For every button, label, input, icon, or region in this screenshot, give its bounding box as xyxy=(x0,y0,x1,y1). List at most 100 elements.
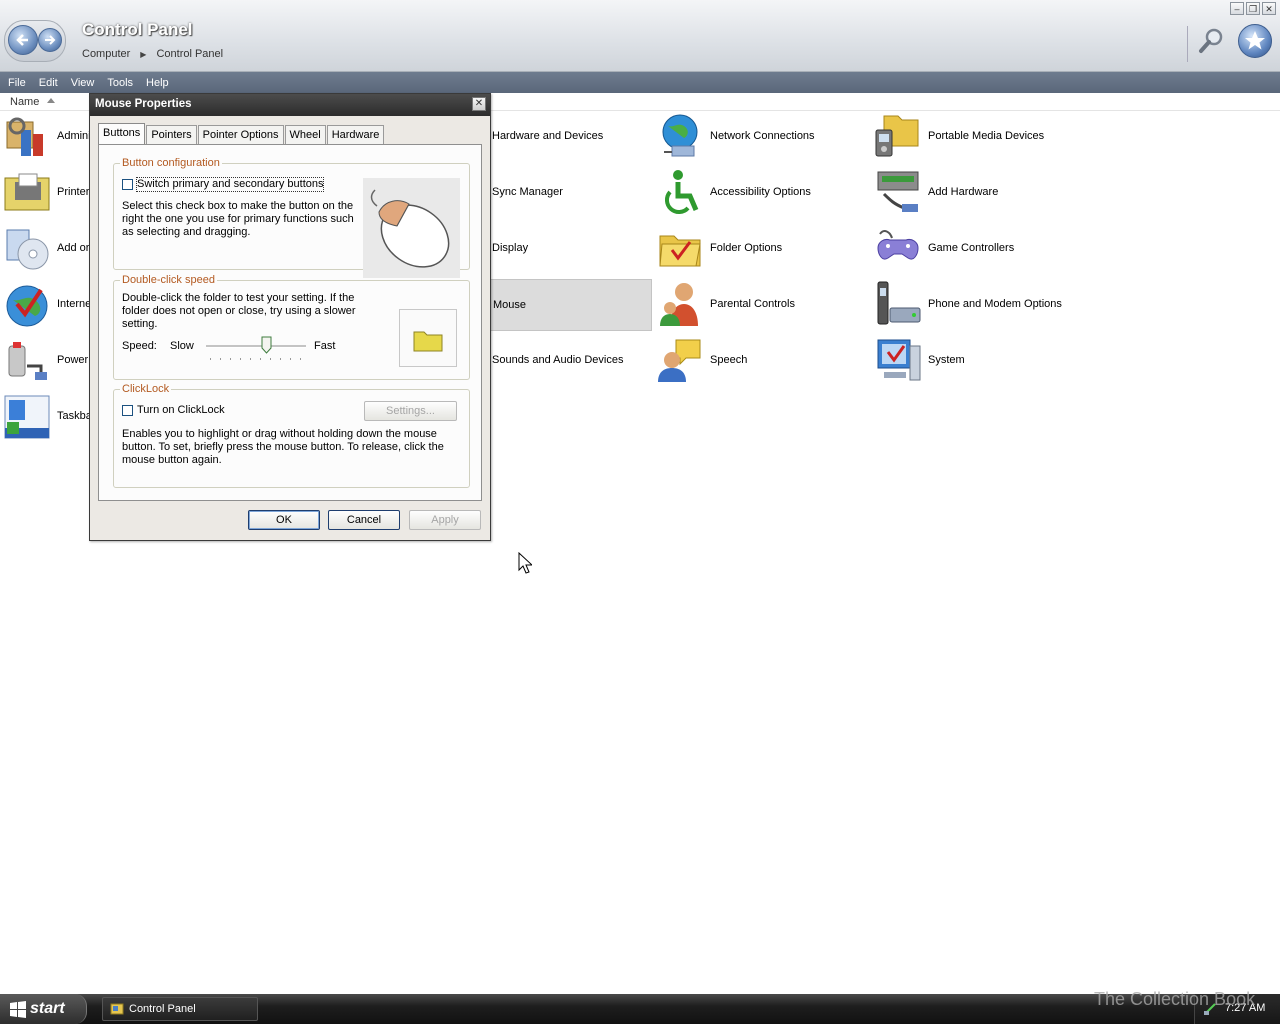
item-label: Taskba xyxy=(57,410,92,422)
watermark: The Collection Book xyxy=(1094,989,1256,1009)
menu-tools[interactable]: Tools xyxy=(102,77,138,89)
menu-view[interactable]: View xyxy=(66,77,100,89)
control-panel-item[interactable]: Portable Media Devices xyxy=(874,110,1044,162)
control-panel-item[interactable]: Add Hardware xyxy=(874,166,998,218)
control-panel-item-mouse[interactable]: Mouse xyxy=(480,279,652,331)
menu-edit[interactable]: Edit xyxy=(34,77,63,89)
slow-label: Slow xyxy=(170,340,194,352)
item-label: Add or xyxy=(57,242,90,254)
internet-options-icon xyxy=(3,280,51,328)
control-panel-item[interactable]: Hardware and Devices xyxy=(491,110,603,162)
item-label: Power xyxy=(57,354,89,366)
tab-buttons[interactable]: Buttons xyxy=(98,123,146,144)
clicklock-checkbox[interactable] xyxy=(122,405,133,416)
item-label: Admini xyxy=(57,130,91,142)
tab-hardware[interactable]: Hardware xyxy=(326,125,385,144)
printer-icon xyxy=(3,168,51,216)
speed-slider-track[interactable] xyxy=(206,345,306,348)
item-label: Mouse xyxy=(493,299,527,311)
back-arrow-icon xyxy=(16,34,28,46)
back-button[interactable] xyxy=(8,25,38,55)
group-title: Double-click speed xyxy=(120,274,217,287)
control-panel-item[interactable]: Game Controllers xyxy=(874,222,1014,274)
control-panel-item[interactable]: Taskba xyxy=(3,390,92,442)
control-panel-item[interactable]: Network Connections xyxy=(656,110,815,162)
speed-slider-thumb[interactable] xyxy=(261,336,272,354)
clicklock-settings-button[interactable]: Settings... xyxy=(364,401,457,421)
close-button[interactable]: ✕ xyxy=(1262,2,1276,15)
switch-buttons-checkbox[interactable] xyxy=(122,179,133,190)
item-label: Network Connections xyxy=(710,130,815,142)
group-title: Button configuration xyxy=(120,157,222,170)
tab-pointers[interactable]: Pointers xyxy=(146,125,197,144)
tab-panel: Button configuration Switch primary and … xyxy=(98,144,482,501)
accessibility-icon xyxy=(656,168,704,216)
mouse-illustration xyxy=(363,178,460,278)
item-label: Parental Controls xyxy=(710,298,795,310)
item-label: Folder Options xyxy=(710,242,783,254)
menu-file[interactable]: File xyxy=(3,77,31,89)
window-controls: – ❐ ✕ xyxy=(1230,2,1276,15)
dialog-title: Mouse Properties xyxy=(95,98,192,110)
search-icon xyxy=(1199,28,1223,53)
control-panel-item[interactable]: Speech xyxy=(656,334,747,386)
double-click-description: Double-click the folder to test your set… xyxy=(122,292,356,330)
minimize-button[interactable]: – xyxy=(1230,2,1244,15)
control-panel-item[interactable]: Admini xyxy=(3,110,91,162)
breadcrumb-separator-icon[interactable]: ▶ xyxy=(140,50,146,59)
control-panel-item[interactable]: Sync Manager xyxy=(491,166,563,218)
control-panel-item[interactable]: Phone and Modem Options xyxy=(874,278,1062,330)
ok-button[interactable]: OK xyxy=(248,510,320,530)
item-label: Game Controllers xyxy=(928,242,1015,254)
group-title: ClickLock xyxy=(120,383,172,396)
favorites-button[interactable] xyxy=(1238,24,1272,58)
menu-help[interactable]: Help xyxy=(141,77,174,89)
folder-options-icon xyxy=(656,224,704,272)
control-panel-item[interactable]: Interne xyxy=(3,278,91,330)
taskbar-button-control-panel[interactable]: Control Panel xyxy=(102,997,258,1021)
item-label: Sounds and Audio Devices xyxy=(492,354,624,366)
control-panel-item[interactable]: Display xyxy=(491,222,528,274)
test-folder[interactable] xyxy=(399,309,457,367)
switch-buttons-label[interactable]: Switch primary and secondary buttons xyxy=(135,177,325,192)
forward-button[interactable] xyxy=(38,28,62,52)
tab-pointer-options[interactable]: Pointer Options xyxy=(197,125,284,144)
item-label: Display xyxy=(492,242,529,254)
breadcrumb-control-panel[interactable]: Control Panel xyxy=(156,48,223,60)
control-panel-item[interactable]: Parental Controls xyxy=(656,278,795,330)
taskbar: start Control Panel 7:27 AM xyxy=(0,994,1280,1024)
add-hardware-icon xyxy=(874,168,922,216)
item-label: Sync Manager xyxy=(492,186,563,198)
start-button[interactable]: start xyxy=(0,994,87,1024)
portable-media-devices-icon xyxy=(874,112,922,160)
windows-logo-icon xyxy=(10,1001,26,1018)
window-title: Control Panel xyxy=(82,20,193,39)
item-label: Interne xyxy=(57,298,92,310)
dialog-close-button[interactable]: ✕ xyxy=(472,97,486,111)
control-panel-item[interactable]: Accessibility Options xyxy=(656,166,811,218)
control-panel-item[interactable]: Folder Options xyxy=(656,222,782,274)
game-controllers-icon xyxy=(874,224,922,272)
restore-button[interactable]: ❐ xyxy=(1246,2,1260,15)
phone-modem-icon xyxy=(874,280,922,328)
control-panel-item[interactable]: Add or xyxy=(3,222,89,274)
control-panel-item[interactable]: Power xyxy=(3,334,88,386)
mouse-cursor-icon xyxy=(518,552,532,574)
column-header-name[interactable]: Name xyxy=(10,96,39,108)
mouse-properties-dialog: Mouse Properties ✕ Buttons Pointers Poin… xyxy=(89,93,491,541)
search-button[interactable] xyxy=(1196,26,1226,56)
control-panel-item[interactable]: Printer xyxy=(3,166,89,218)
item-label: Hardware and Devices xyxy=(492,130,604,142)
dialog-titlebar[interactable]: Mouse Properties ✕ xyxy=(90,94,490,116)
apply-button[interactable]: Apply xyxy=(409,510,481,530)
folder-icon xyxy=(413,331,443,352)
control-panel-item[interactable]: Sounds and Audio Devices xyxy=(491,334,623,386)
breadcrumb-computer[interactable]: Computer xyxy=(82,48,130,60)
item-label: Accessibility Options xyxy=(710,186,811,198)
clicklock-label[interactable]: Turn on ClickLock xyxy=(137,404,225,417)
cancel-button[interactable]: Cancel xyxy=(328,510,400,530)
tab-wheel[interactable]: Wheel xyxy=(284,125,326,144)
sort-ascending-icon xyxy=(47,98,55,103)
control-panel-item[interactable]: System xyxy=(874,334,965,386)
taskbar-button-label: Control Panel xyxy=(129,1003,196,1015)
